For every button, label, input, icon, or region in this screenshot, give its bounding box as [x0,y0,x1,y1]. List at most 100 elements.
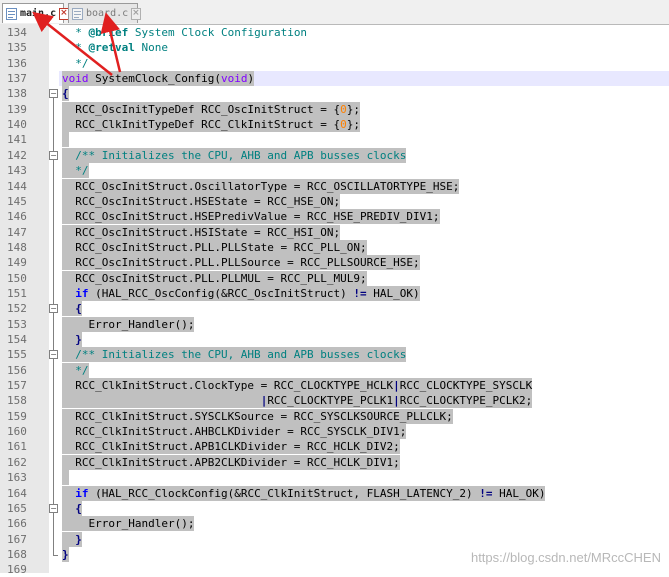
line-number: 169 [7,563,27,577]
file-icon [72,7,83,20]
fold-toggle-icon[interactable]: − [49,350,58,360]
code-text[interactable]: RCC_OscInitStruct.PLL.PLLMUL = RCC_PLL_M… [62,270,367,286]
code-line[interactable]: 164 if (HAL_RCC_ClockConfig(&RCC_ClkInit… [0,485,669,501]
code-text[interactable]: */ [62,362,89,378]
code-line[interactable]: 147 RCC_OscInitStruct.HSIState = RCC_HSI… [0,224,669,240]
code-text[interactable]: { [62,301,82,317]
code-token: */ [62,56,89,70]
code-text[interactable]: RCC_OscInitStruct.HSIState = RCC_HSI_ON; [62,224,341,240]
code-text[interactable]: RCC_OscInitStruct.HSEState = RCC_HSE_ON; [62,193,341,209]
code-text[interactable]: */ [62,56,89,71]
code-line[interactable]: 163 [0,470,669,486]
code-line[interactable]: 152 { [0,301,669,317]
code-text[interactable]: { [62,86,69,102]
close-icon[interactable]: × [131,7,141,20]
code-text[interactable]: { [62,500,82,516]
line-number: 162 [7,455,27,469]
code-line[interactable]: 136 */ [0,56,669,71]
line-number: 151 [7,286,27,300]
code-line[interactable]: 148 RCC_OscInitStruct.PLL.PLLState = RCC… [0,239,669,255]
code-text[interactable]: /** Initializes the CPU, AHB and APB bus… [62,147,407,163]
code-token: (HAL_RCC_ClockConfig(&RCC_ClkInitStruct,… [88,486,480,500]
code-token: RCC_CLOCKTYPE_PCLK1 [267,394,394,408]
code-text[interactable]: } [62,332,82,347]
code-text[interactable]: |RCC_CLOCKTYPE_PCLK1|RCC_CLOCKTYPE_PCLK2… [62,393,533,409]
code-line[interactable]: 166 Error_Handler(); [0,516,669,532]
code-text[interactable]: RCC_ClkInitStruct.APB2CLKDivider = RCC_H… [62,454,400,470]
code-line[interactable]: 154 } [0,332,669,347]
code-text[interactable]: if (HAL_RCC_OscConfig(&RCC_OscInitStruct… [62,285,420,301]
code-line[interactable]: 153 Error_Handler(); [0,316,669,332]
code-line[interactable]: 161 RCC_ClkInitStruct.APB1CLKDivider = R… [0,439,669,455]
code-line[interactable]: 139 RCC_OscInitTypeDef RCC_OscInitStruct… [0,101,669,117]
code-text[interactable]: RCC_ClkInitStruct.AHBCLKDivider = RCC_SY… [62,424,407,440]
code-token: RCC_ClkInitTypeDef RCC_ClkInitStruct = { [62,118,341,132]
code-line[interactable]: 141 [0,132,669,148]
code-line[interactable]: 144 RCC_OscInitStruct.OscillatorType = R… [0,178,669,194]
code-token: { [62,302,82,316]
code-line[interactable]: 158 |RCC_CLOCKTYPE_PCLK1|RCC_CLOCKTYPE_P… [0,393,669,409]
code-line[interactable]: 137 void SystemClock_Config(void) [0,71,669,87]
code-text[interactable]: RCC_OscInitStruct.HSEPredivValue = RCC_H… [62,209,440,225]
code-text[interactable]: */ [62,163,89,179]
code-line[interactable]: 142 /** Initializes the CPU, AHB and APB… [0,147,669,163]
line-number: 146 [7,210,27,224]
code-line[interactable]: 151 if (HAL_RCC_OscConfig(&RCC_OscInitSt… [0,285,669,301]
code-line[interactable]: 165 { [0,500,669,516]
fold-toggle-icon[interactable]: − [49,89,58,99]
code-token: RCC_CLOCKTYPE_SYSCLK [399,379,533,393]
code-text[interactable]: * @retval None [62,40,168,55]
tab-board-c[interactable]: board.c × [68,3,141,23]
code-line[interactable]: 157 RCC_ClkInitStruct.ClockType = RCC_CL… [0,378,669,394]
code-text[interactable]: RCC_OscInitStruct.PLL.PLLSource = RCC_PL… [62,255,420,271]
code-line[interactable]: 162 RCC_ClkInitStruct.APB2CLKDivider = R… [0,454,669,470]
code-text[interactable]: RCC_ClkInitTypeDef RCC_ClkInitStruct = {… [62,117,361,133]
code-text[interactable]: RCC_OscInitTypeDef RCC_OscInitStruct = {… [62,101,361,117]
code-text[interactable]: } [62,546,69,562]
fold-toggle-icon[interactable]: − [49,503,58,513]
code-text[interactable]: /** Initializes the CPU, AHB and APB bus… [62,347,407,363]
code-line[interactable]: 149 RCC_OscInitStruct.PLL.PLLSource = RC… [0,255,669,271]
code-text[interactable]: RCC_ClkInitStruct.SYSCLKSource = RCC_SYS… [62,408,453,424]
code-token: @brief [88,26,129,39]
code-editor[interactable]: 134 * @brief System Clock Configuration 1… [0,24,669,576]
code-token: System Clock Configuration [128,26,308,39]
code-line[interactable]: 143 */ [0,163,669,179]
code-text[interactable]: if (HAL_RCC_ClockConfig(&RCC_ClkInitStru… [62,485,546,501]
code-line[interactable]: 156 */ [0,362,669,378]
fold-end [53,554,58,556]
code-line[interactable]: 138 { [0,86,669,102]
fold-guide [53,98,54,555]
code-text[interactable]: void SystemClock_Config(void) [62,71,255,87]
code-text[interactable]: Error_Handler(); [62,316,195,332]
code-line[interactable]: 146 RCC_OscInitStruct.HSEPredivValue = R… [0,209,669,225]
code-line[interactable]: 155 /** Initializes the CPU, AHB and APB… [0,347,669,363]
code-text[interactable]: RCC_OscInitStruct.OscillatorType = RCC_O… [62,178,460,194]
code-text[interactable]: Error_Handler(); [62,516,195,532]
tab-main-c[interactable]: main.c × [2,3,69,23]
code-line[interactable]: 140 RCC_ClkInitTypeDef RCC_ClkInitStruct… [0,117,669,133]
code-text[interactable]: } [62,531,82,547]
code-text[interactable]: RCC_ClkInitStruct.ClockType = RCC_CLOCKT… [62,378,533,394]
code-line[interactable]: 145 RCC_OscInitStruct.HSEState = RCC_HSE… [0,193,669,209]
code-text[interactable] [62,132,69,148]
code-line[interactable]: 159 RCC_ClkInitStruct.SYSCLKSource = RCC… [0,408,669,424]
code-text[interactable] [62,470,69,486]
fold-toggle-icon[interactable]: − [49,150,58,160]
code-token: */ [62,363,89,377]
code-token: /** Initializes the CPU, AHB and APB bus… [62,148,407,162]
line-number: 140 [7,118,27,132]
code-token: HAL_OK) [366,286,420,300]
code-text[interactable]: * @brief System Clock Configuration [62,25,307,40]
code-line[interactable]: 135 * @retval None [0,40,669,55]
code-line[interactable]: 134 * @brief System Clock Configuration [0,25,669,40]
code-token: */ [62,164,89,178]
code-text[interactable]: RCC_OscInitStruct.PLL.PLLState = RCC_PLL… [62,239,367,255]
code-line[interactable]: 150 RCC_OscInitStruct.PLL.PLLMUL = RCC_P… [0,270,669,286]
fold-toggle-icon[interactable]: − [49,304,58,314]
code-line[interactable]: 160 RCC_ClkInitStruct.AHBCLKDivider = RC… [0,424,669,440]
code-text[interactable]: RCC_ClkInitStruct.APB1CLKDivider = RCC_H… [62,439,400,455]
code-line[interactable]: 167 } [0,531,669,547]
line-number: 144 [7,179,27,193]
